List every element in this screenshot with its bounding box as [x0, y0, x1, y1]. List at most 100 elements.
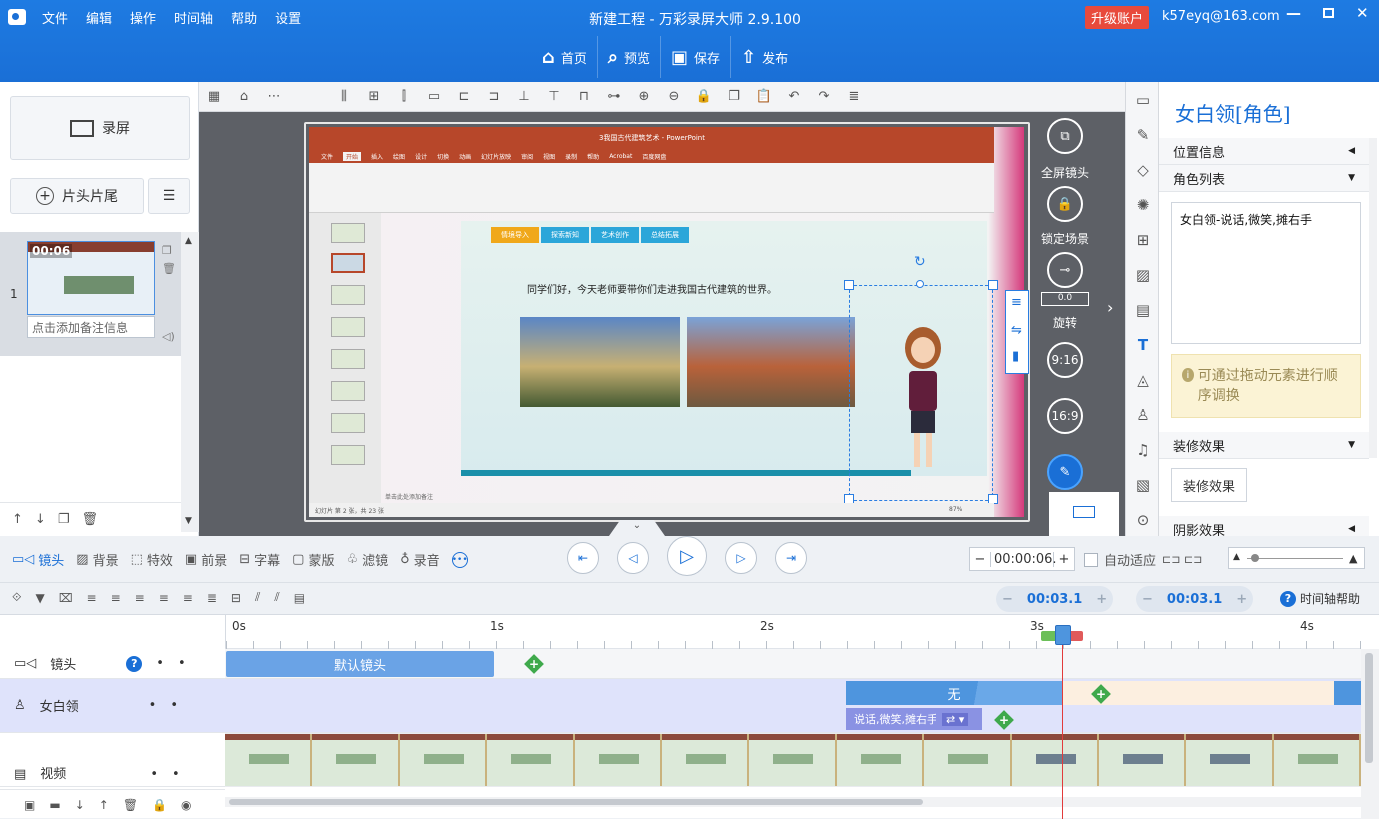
tab-foreground[interactable]: ▣ 前景 [185, 550, 227, 569]
more-elements-icon[interactable]: ⊙ [1126, 502, 1160, 537]
undo-icon[interactable]: ↶ [779, 82, 809, 112]
preview-button[interactable]: ⌕ 预览 [598, 36, 662, 78]
properties-icon[interactable]: ≣ [839, 82, 869, 112]
copy-scene-icon[interactable]: ❐ [162, 244, 172, 257]
effect-icon[interactable]: ✺ [1126, 187, 1160, 222]
panel-toggle-icon[interactable]: › [1107, 298, 1113, 317]
copy-icon[interactable]: ❐ [719, 82, 749, 112]
playhead-handle[interactable] [1055, 625, 1071, 645]
flip-icon[interactable]: ⇋ [1011, 323, 1022, 338]
align-c-icon[interactable]: ≡ [135, 591, 145, 605]
delete-element-icon[interactable]: ▮ [1012, 349, 1019, 364]
panel-scrollbar[interactable] [1369, 138, 1377, 458]
start-time-control[interactable]: − 00:03.1 + [996, 586, 1114, 612]
playhead[interactable] [1062, 627, 1063, 819]
time-minus-icon[interactable]: − [970, 552, 990, 567]
lock-icon[interactable]: 🔒 [152, 798, 167, 812]
scene-thumbnail[interactable]: 00:06 [27, 241, 155, 315]
maximize-icon[interactable] [1323, 8, 1334, 18]
move-up-icon[interactable]: ↑ [99, 798, 109, 812]
selection-box[interactable]: ↻ [844, 254, 998, 504]
position-section[interactable]: 位置信息 ◀ [1159, 138, 1369, 165]
more-tabs-icon[interactable]: ••• [451, 551, 468, 568]
rotate-handle-icon[interactable]: ↻ [914, 254, 926, 270]
plus-icon[interactable]: + [1096, 592, 1107, 607]
lock-scene-icon[interactable]: 🔒 [1047, 186, 1083, 222]
menu-settings[interactable]: 设置 [275, 8, 301, 27]
dot-icon[interactable]: • [156, 656, 164, 671]
music-icon[interactable]: ♫ [1126, 432, 1160, 467]
role-list-item[interactable]: 女白领-说话,微笑,摊右手 [1180, 213, 1312, 227]
align-middle-icon[interactable]: ⊶ [599, 82, 629, 112]
tab-mask[interactable]: ▢ 蒙版 [292, 550, 334, 569]
sticker-icon[interactable]: ▧ [1126, 467, 1160, 502]
align-bottom-icon[interactable]: ⊓ [569, 82, 599, 112]
zoom-out-icon[interactable]: ⊖ [659, 82, 689, 112]
move-up-icon[interactable]: ↑ [12, 512, 23, 527]
distribute-h-icon[interactable]: ⫼ [329, 82, 359, 112]
pen-icon[interactable]: ✎ [1126, 117, 1160, 152]
home-button[interactable]: ⌂ 首页 [532, 36, 598, 78]
timeline-v-scrollbar[interactable] [1361, 649, 1379, 819]
time-ruler[interactable]: 0s 1s 2s 3s 4s [225, 615, 1362, 649]
decoration-button[interactable]: 装修效果 [1171, 468, 1247, 502]
tab-filter[interactable]: ♧ 滤镜 [346, 550, 388, 569]
dot-icon[interactable]: • [170, 698, 178, 713]
add-camera-keyframe-icon[interactable]: + [524, 654, 544, 674]
move-down-icon[interactable]: ↓ [35, 512, 46, 527]
comment-icon[interactable]: ▭ [1126, 82, 1160, 117]
zoom-slider[interactable]: ▲ ▲ [1228, 547, 1365, 569]
minimize-icon[interactable]: — [1286, 4, 1301, 22]
trash-icon[interactable]: 🗑 [123, 798, 138, 812]
move-down-icon[interactable]: ↓ [75, 798, 85, 812]
rotation-input[interactable]: 0.0 [1041, 292, 1089, 306]
properties-icon[interactable]: ▤ [294, 591, 305, 605]
step-back-button[interactable]: ◁ [617, 542, 649, 574]
next-scene-button[interactable]: ⇥ [775, 542, 807, 574]
video-clip[interactable] [225, 733, 1361, 787]
role-list-section[interactable]: 角色列表 ▼ [1159, 165, 1369, 192]
delete-scene-icon[interactable]: 🗑 [162, 262, 176, 275]
align-d-icon[interactable]: ≡ [159, 591, 169, 605]
more-icon[interactable]: ⋯ [259, 82, 289, 112]
menu-edit[interactable]: 编辑 [86, 8, 112, 27]
scene-item[interactable]: 1 00:06 点击添加备注信息 ❐ 🗑 ◁) [0, 232, 181, 356]
tab-background[interactable]: ▨ 背景 [76, 550, 118, 569]
tab-effects[interactable]: ⬚ 特效 [131, 550, 173, 569]
auto-fit-checkbox[interactable] [1084, 552, 1098, 567]
align-top-edge-icon[interactable]: ⊤ [539, 82, 569, 112]
align-top-icon[interactable]: ▭ [419, 82, 449, 112]
image-icon[interactable]: ▨ [1126, 257, 1160, 292]
track-video[interactable]: ▤ 视频 • • [0, 733, 225, 787]
plus-icon[interactable]: + [1236, 592, 1247, 607]
step-forward-button[interactable]: ▷ [725, 542, 757, 574]
timeline-h-scrollbar[interactable] [225, 797, 1361, 807]
character-icon[interactable]: ♙ [1126, 397, 1160, 432]
camera-clip[interactable]: 默认镜头 [226, 651, 494, 677]
edit-camera-icon[interactable]: ✎ [1047, 454, 1083, 490]
trash-icon[interactable]: 🗑 [81, 512, 98, 527]
audio-icon[interactable]: ◁) [162, 330, 175, 343]
align-b-icon[interactable]: ≡ [111, 591, 121, 605]
editor-canvas[interactable]: 3我国古代建筑艺术 - PowerPoint 文件 开始 插入 绘图 设计 切换 动画 幻灯片… [199, 112, 1125, 536]
fit-icon[interactable]: ⊏⊐ ⊏⊐ [1162, 553, 1202, 566]
align-left-icon[interactable]: ⊏ [449, 82, 479, 112]
record-screen-button[interactable]: 录屏 [10, 96, 190, 160]
action-clip[interactable]: 说话,微笑,摊右手 ⇄ ▾ [846, 708, 982, 730]
ratio-16-9-button[interactable]: 16:9 [1047, 398, 1083, 434]
align-left-edge-icon[interactable]: ⫿ [389, 82, 419, 112]
scene-scrollbar[interactable]: ▲ ▼ [181, 232, 199, 532]
scene-list-button[interactable]: ☰ [148, 178, 190, 214]
dot-icon[interactable]: • [172, 767, 180, 782]
align-f-icon[interactable]: ≣ [207, 591, 217, 605]
split-b-icon[interactable]: ⫽ [274, 590, 279, 605]
swap-icon[interactable]: ⇄ ▾ [942, 712, 969, 726]
align-right-icon[interactable]: ⊐ [479, 82, 509, 112]
align-a-icon[interactable]: ≡ [87, 591, 97, 605]
minimap[interactable] [1049, 492, 1119, 536]
fullscreen-camera-icon[interactable]: ⧉ [1047, 118, 1083, 154]
merge-icon[interactable]: ⊟ [231, 591, 241, 605]
shadow-section[interactable]: 阴影效果 ◀ [1159, 516, 1369, 536]
redo-icon[interactable]: ↷ [809, 82, 839, 112]
drop-icon[interactable]: ◬ [1126, 362, 1160, 397]
